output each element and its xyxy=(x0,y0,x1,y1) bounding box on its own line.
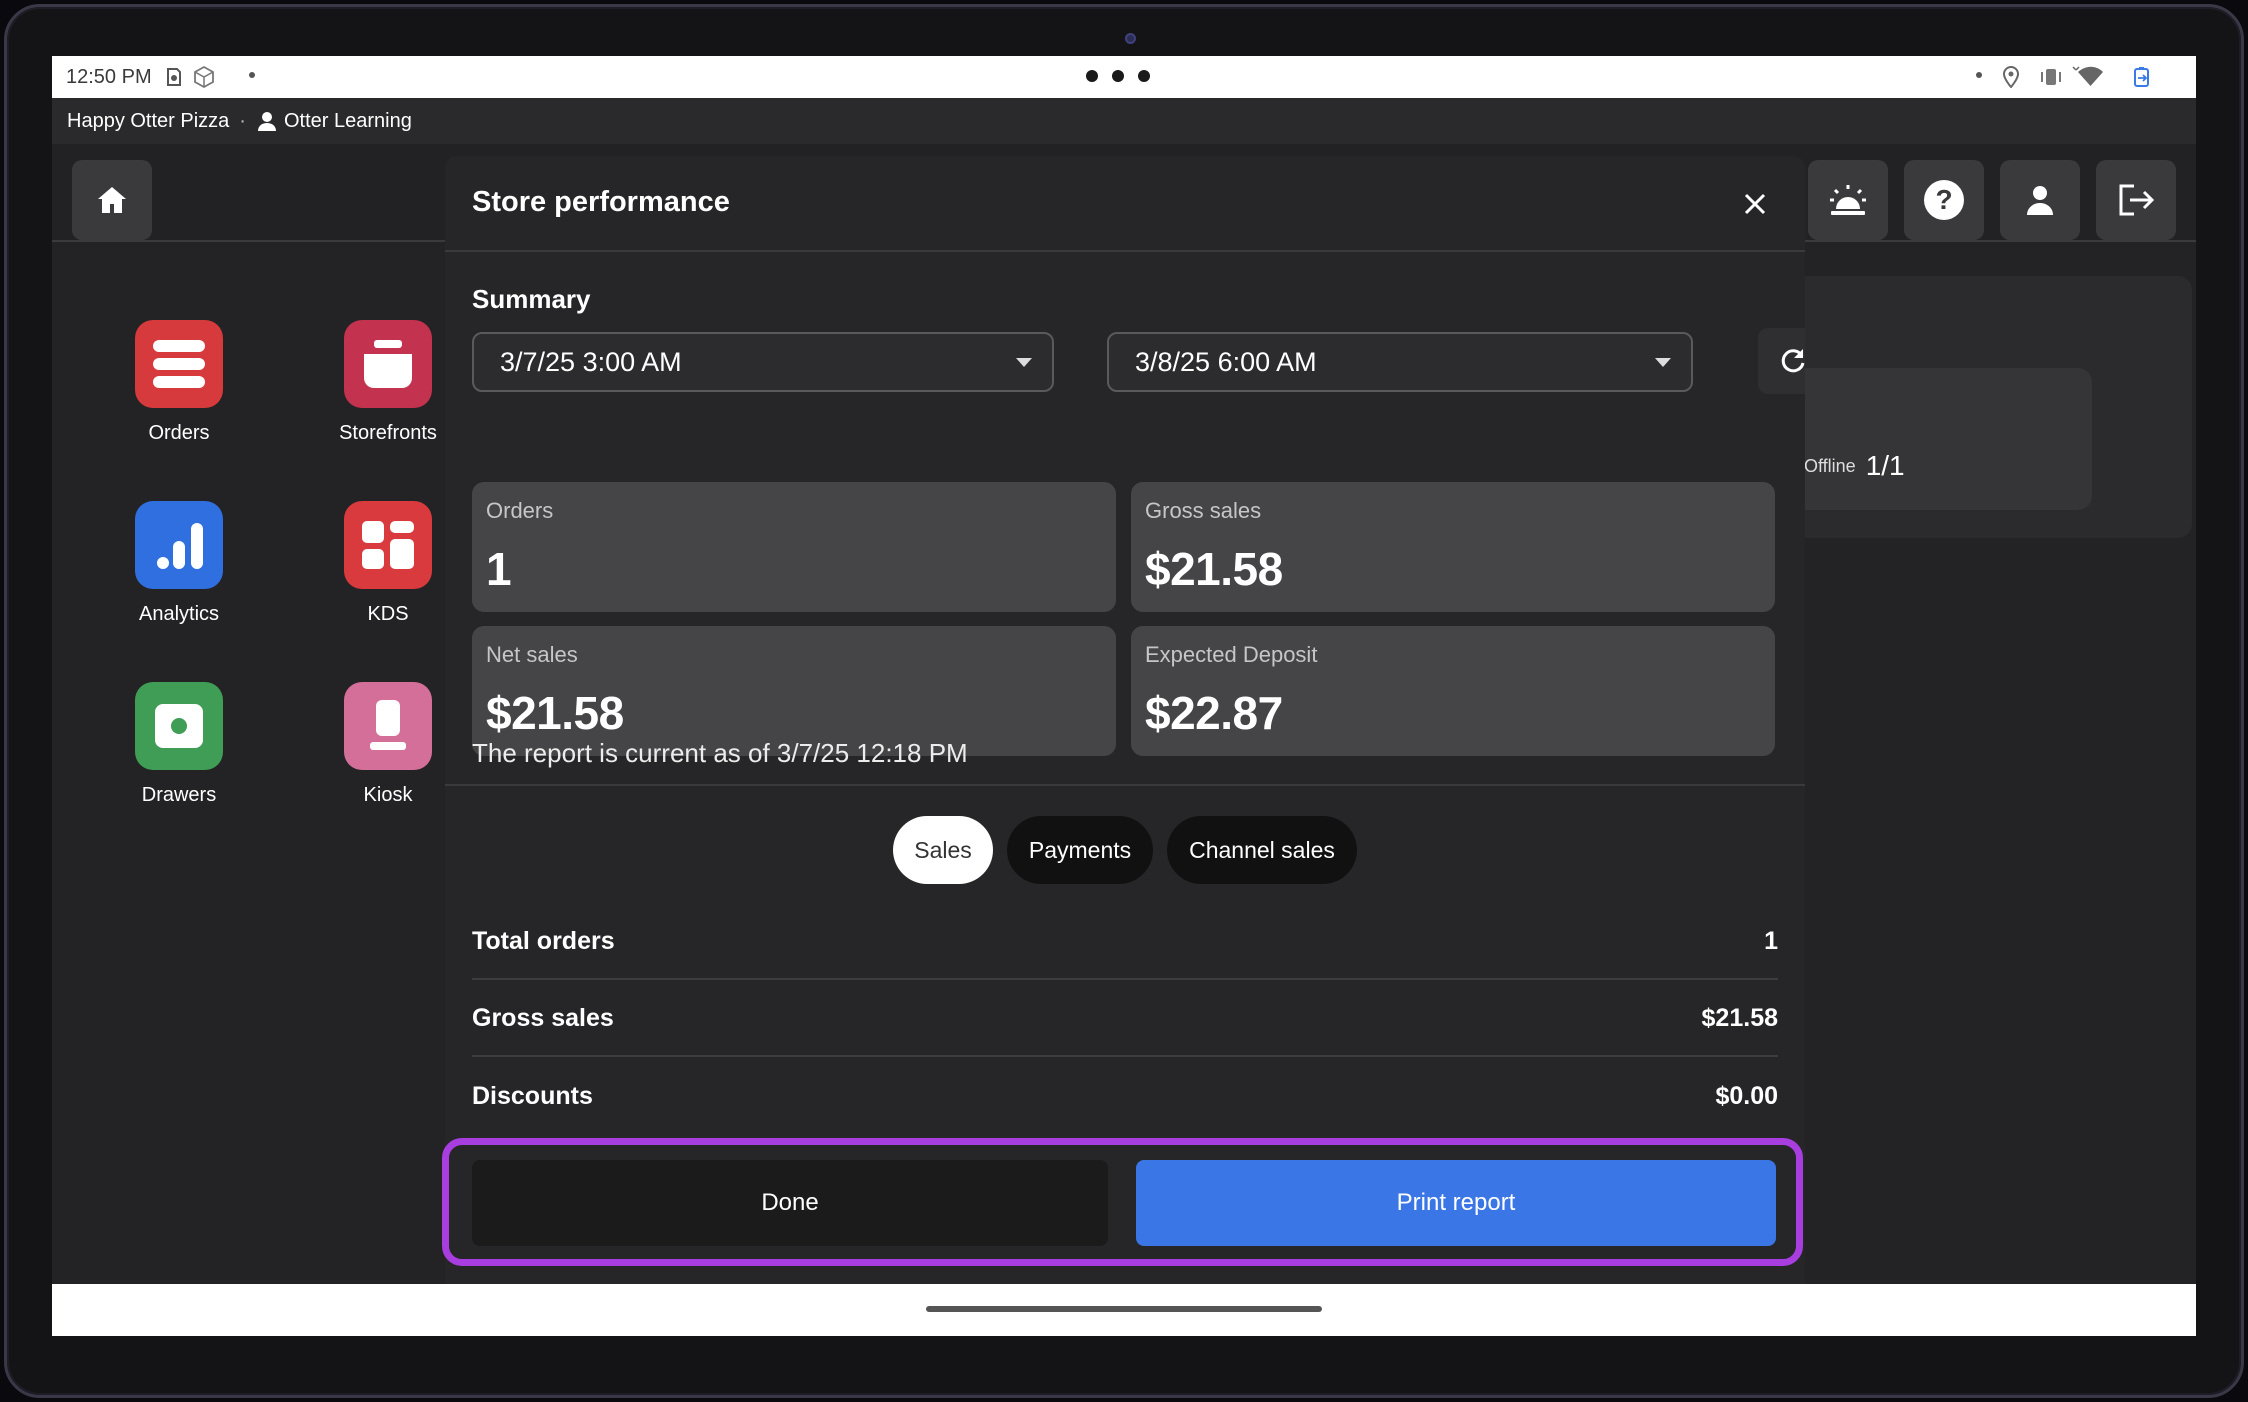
home-button[interactable] xyxy=(72,160,152,240)
logout-icon xyxy=(2119,184,2155,216)
table-row: Discounts $0.00 xyxy=(472,1058,1778,1134)
row-value: 1 xyxy=(1764,926,1778,955)
background-device-card: ed Offline 1/1 xyxy=(1752,276,2192,538)
app-label-orders: Orders xyxy=(148,422,210,444)
center-indicator-dots xyxy=(1086,70,1150,82)
table-row: Total orders 1 xyxy=(472,904,1778,980)
location-icon xyxy=(2002,66,2020,88)
cube-icon xyxy=(192,65,216,89)
stat-card-net-sales: Net sales $21.58 xyxy=(472,626,1116,756)
report-tabs: Sales Payments Channel sales xyxy=(445,816,1805,884)
stat-card-orders: Orders 1 xyxy=(472,482,1116,612)
refresh-button[interactable] xyxy=(1758,328,1805,394)
analytics-icon xyxy=(135,501,223,589)
kds-icon xyxy=(344,501,432,589)
device-status-text: Offline xyxy=(1804,455,1856,476)
app-label-storefronts: Storefronts xyxy=(339,422,437,444)
stat-label: Expected Deposit xyxy=(1145,642,1318,667)
status-dot-icon-right xyxy=(1976,72,1982,78)
store-separator: · xyxy=(239,109,246,132)
user-name: Otter Learning xyxy=(283,109,412,132)
app-kiosk[interactable]: Kiosk xyxy=(313,682,463,807)
start-date-value: 3/7/25 3:00 AM xyxy=(500,346,682,377)
stat-card-expected-deposit: Expected Deposit $22.87 xyxy=(1131,626,1775,756)
app-label-kiosk: Kiosk xyxy=(363,784,413,806)
device-ratio: 1/1 xyxy=(1865,450,1905,481)
home-icon xyxy=(98,187,126,213)
wifi-icon xyxy=(2070,66,2104,88)
device-status-card[interactable]: ed Offline 1/1 xyxy=(1772,368,2092,510)
storefront-icon xyxy=(344,320,432,408)
row-label: Discounts xyxy=(472,1081,593,1110)
help-icon: ? xyxy=(1924,180,1964,220)
summary-heading: Summary xyxy=(472,284,591,314)
store-name: Happy Otter Pizza xyxy=(67,109,230,132)
app-drawers[interactable]: Drawers xyxy=(104,682,254,807)
chevron-down-icon xyxy=(1016,358,1032,367)
tab-sales[interactable]: Sales xyxy=(893,816,993,884)
modal-title: Store performance xyxy=(472,186,730,218)
account-button[interactable] xyxy=(2000,160,2080,240)
end-date-value: 3/8/25 6:00 AM xyxy=(1135,346,1317,377)
current-user[interactable]: Otter Learning xyxy=(256,110,412,133)
row-label: Gross sales xyxy=(472,1003,614,1032)
kiosk-icon xyxy=(344,682,432,770)
stat-label: Gross sales xyxy=(1145,498,1262,523)
modal-header: Store performance xyxy=(445,156,1805,252)
system-status-bar: 12:50 PM xyxy=(52,56,2196,98)
status-dot-icon xyxy=(249,72,255,78)
row-value: $21.58 xyxy=(1701,1003,1778,1032)
stat-value: $21.58 xyxy=(486,687,624,739)
help-button[interactable]: ? xyxy=(1904,160,1984,240)
service-bell-button[interactable] xyxy=(1808,160,1888,240)
system-navigation-bar xyxy=(52,1284,2196,1336)
battery-icon xyxy=(2132,66,2152,88)
app-storefronts[interactable]: Storefronts xyxy=(313,320,463,445)
table-row: Gross sales $21.58 xyxy=(472,981,1778,1057)
stat-label: Orders xyxy=(486,498,554,523)
app-label-kds: KDS xyxy=(367,603,409,625)
app-label-drawers: Drawers xyxy=(141,784,217,806)
app-kds[interactable]: KDS xyxy=(313,501,463,626)
stat-label: Net sales xyxy=(486,642,578,667)
print-report-button[interactable]: Print report xyxy=(1136,1160,1776,1246)
row-value: $0.00 xyxy=(1715,1081,1778,1110)
close-icon xyxy=(1744,193,1766,215)
vibrate-icon xyxy=(2038,66,2064,88)
orders-icon xyxy=(135,320,223,408)
app-label-analytics: Analytics xyxy=(138,603,220,625)
stat-card-gross-sales: Gross sales $21.58 xyxy=(1131,482,1775,612)
service-bell-icon xyxy=(1830,185,1866,215)
svg-text:?: ? xyxy=(1935,184,1952,215)
home-gesture-handle[interactable] xyxy=(926,1306,1322,1312)
stat-value: 1 xyxy=(486,543,512,595)
store-bar: Happy Otter Pizza · Otter Learning xyxy=(52,98,2196,144)
notification-icon xyxy=(164,66,184,88)
end-date-select[interactable]: 3/8/25 6:00 AM xyxy=(1107,332,1693,392)
stat-value: $21.58 xyxy=(1145,543,1283,595)
refresh-icon xyxy=(1781,349,1805,373)
status-time: 12:50 PM xyxy=(66,66,152,88)
store-performance-modal: Store performance Summary 3/7/25 3:00 AM… xyxy=(445,156,1805,1286)
device-screen: 12:50 PM Happy Otter Pizza · Otter Learn… xyxy=(52,56,2196,1336)
stat-value: $22.87 xyxy=(1145,687,1283,739)
done-button[interactable]: Done xyxy=(472,1160,1108,1246)
tab-channel-sales[interactable]: Channel sales xyxy=(1167,816,1357,884)
logout-button[interactable] xyxy=(2096,160,2176,240)
chevron-down-icon xyxy=(1655,358,1671,367)
row-label: Total orders xyxy=(472,926,615,955)
front-camera xyxy=(1125,33,1136,44)
app-orders[interactable]: Orders xyxy=(104,320,254,445)
tab-payments[interactable]: Payments xyxy=(1007,816,1153,884)
account-icon xyxy=(2027,186,2053,215)
user-icon xyxy=(257,112,276,131)
app-analytics[interactable]: Analytics xyxy=(104,501,254,626)
start-date-select[interactable]: 3/7/25 3:00 AM xyxy=(472,332,1054,392)
section-divider xyxy=(445,784,1805,786)
report-timestamp: The report is current as of 3/7/25 12:18… xyxy=(472,738,968,768)
drawer-icon xyxy=(135,682,223,770)
close-button[interactable] xyxy=(1737,186,1773,222)
